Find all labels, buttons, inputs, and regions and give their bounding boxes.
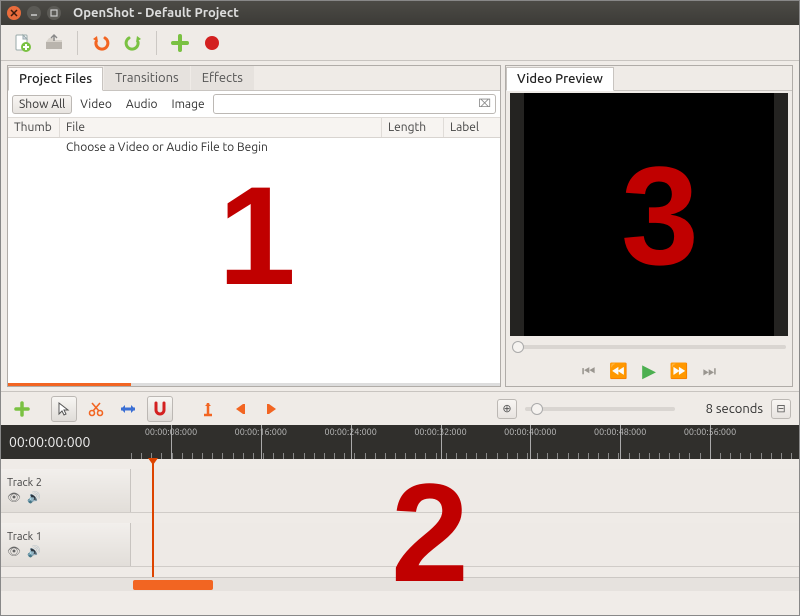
snap-button[interactable] <box>147 396 173 422</box>
audio-icon[interactable]: 🔊 <box>27 545 41 558</box>
timeline-zoom: ⊕ 8 seconds ⊟ <box>497 399 791 419</box>
jump-start-button[interactable]: ⏮ <box>582 362 596 380</box>
ruler-tick-label: 00:00:16:000 <box>235 427 287 437</box>
add-marker-button[interactable] <box>195 396 221 422</box>
col-length[interactable]: Length <box>382 118 444 137</box>
add-track-button[interactable] <box>9 396 35 422</box>
add-file-button[interactable] <box>167 30 193 56</box>
open-project-button[interactable] <box>41 30 67 56</box>
resize-tool-button[interactable] <box>115 396 141 422</box>
visibility-icon[interactable]: 👁 <box>7 545 21 558</box>
timeline-scrollbar[interactable] <box>1 577 799 591</box>
col-label[interactable]: Label <box>444 118 500 137</box>
ruler-tick-label: 00:00:32:000 <box>414 427 466 437</box>
play-button[interactable]: ▶ <box>642 361 656 382</box>
undo-button[interactable] <box>88 30 114 56</box>
razor-tool-button[interactable] <box>83 396 109 422</box>
filter-video[interactable]: Video <box>74 98 118 111</box>
scrollbar-thumb[interactable] <box>133 580 213 590</box>
track-header[interactable]: Track 2 👁 🔊 <box>1 469 131 512</box>
tab-transitions[interactable]: Transitions <box>104 66 190 90</box>
track-name: Track 2 <box>7 477 124 489</box>
record-button[interactable] <box>199 30 225 56</box>
prev-marker-button[interactable] <box>227 396 253 422</box>
audio-icon[interactable]: 🔊 <box>27 491 41 504</box>
project-tabs: Project Files Transitions Effects <box>8 66 500 91</box>
track[interactable]: Track 1 👁 🔊 <box>1 523 799 567</box>
track-header[interactable]: Track 1 👁 🔊 <box>1 523 131 566</box>
zoom-out-button[interactable]: ⊟ <box>771 399 791 419</box>
zoom-slider[interactable] <box>525 407 675 411</box>
ruler-tick-label: 00:00:40:000 <box>504 427 556 437</box>
filter-row: Show All Video Audio Image ⌧ <box>8 91 500 118</box>
track[interactable]: Track 2 👁 🔊 <box>1 469 799 513</box>
window-close-button[interactable] <box>7 6 21 20</box>
tab-video-preview[interactable]: Video Preview <box>506 67 614 91</box>
timeline-ruler[interactable]: 00:00:00:000 00:00:08:000 00:00:16:000 00:… <box>1 425 799 459</box>
project-panel: Project Files Transitions Effects Show A… <box>7 65 501 387</box>
ruler-tick-label: 00:00:08:000 <box>145 427 197 437</box>
visibility-icon[interactable]: 👁 <box>7 491 21 504</box>
new-project-button[interactable] <box>9 30 35 56</box>
rewind-button[interactable]: ⏪ <box>609 362 628 380</box>
title-bar: OpenShot - Default Project <box>1 1 799 25</box>
next-marker-button[interactable] <box>259 396 285 422</box>
jump-end-button[interactable]: ⏭ <box>703 362 717 380</box>
clear-search-icon[interactable]: ⌧ <box>478 97 491 110</box>
empty-message: Choose a Video or Audio File to Begin <box>60 138 382 157</box>
timeline-toolbar: ⊕ 8 seconds ⊟ <box>1 391 799 425</box>
window-title: OpenShot - Default Project <box>73 6 239 20</box>
filter-image[interactable]: Image <box>166 98 211 111</box>
main-toolbar <box>1 25 799 61</box>
tab-project-files[interactable]: Project Files <box>8 67 103 91</box>
video-preview-area[interactable] <box>510 93 788 336</box>
redo-button[interactable] <box>120 30 146 56</box>
playback-controls: ⏮ ⏪ ▶ ⏩ ⏭ <box>506 356 792 386</box>
tab-effects[interactable]: Effects <box>191 66 254 90</box>
filter-show-all-button[interactable]: Show All <box>12 95 72 114</box>
playhead[interactable] <box>152 459 154 577</box>
ruler-tick-label: 00:00:56:000 <box>684 427 736 437</box>
pointer-tool-button[interactable] <box>51 396 77 422</box>
filter-search-input[interactable]: ⌧ <box>213 94 496 114</box>
preview-panel: Video Preview ⏮ ⏪ ▶ ⏩ ⏭ 3 <box>505 65 793 387</box>
playhead-position: 00:00:00:000 <box>1 425 131 459</box>
table-row[interactable]: Choose a Video or Audio File to Begin <box>8 138 500 157</box>
track-name: Track 1 <box>7 531 124 543</box>
col-file[interactable]: File <box>60 118 382 137</box>
col-thumb[interactable]: Thumb <box>8 118 60 137</box>
filter-audio[interactable]: Audio <box>120 98 164 111</box>
window-minimize-button[interactable] <box>27 6 41 20</box>
project-scroll-indicator <box>8 383 500 386</box>
window-maximize-button[interactable] <box>47 6 61 20</box>
ruler-tick-label: 00:00:24:000 <box>324 427 376 437</box>
project-table-header: Thumb File Length Label <box>8 118 500 138</box>
zoom-in-button[interactable]: ⊕ <box>497 399 517 419</box>
ruler-tick-label: 00:00:48:000 <box>594 427 646 437</box>
preview-seek-bar[interactable] <box>506 338 792 356</box>
timeline-tracks: Track 2 👁 🔊 Track 1 👁 🔊 <box>1 459 799 577</box>
seek-thumb[interactable] <box>512 341 524 353</box>
zoom-label: 8 seconds <box>683 402 763 416</box>
fast-forward-button[interactable]: ⏩ <box>670 362 689 380</box>
